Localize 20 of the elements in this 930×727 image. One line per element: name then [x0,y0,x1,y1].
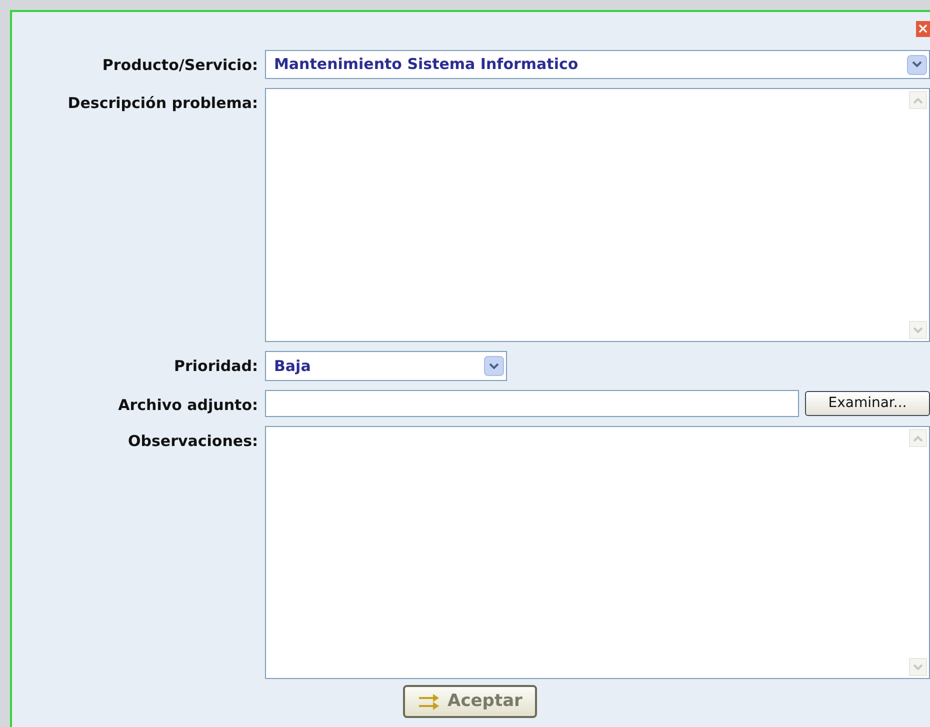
arrows-right-icon [418,694,440,710]
dropdown-field[interactable]: Baja [265,351,507,381]
file-path-field[interactable] [265,390,799,417]
field-label: Prioridad: [173,356,258,377]
scrollbar[interactable] [907,427,929,678]
field-label: Archivo adjunto: [117,395,258,416]
scroll-up-icon[interactable] [909,429,927,447]
close-button[interactable]: × [916,21,930,37]
field-label: Observaciones: [126,431,258,452]
text-area[interactable] [265,426,930,679]
scroll-up-icon[interactable] [909,91,927,109]
text-area[interactable] [265,88,930,342]
scroll-down-icon[interactable] [909,658,927,676]
scroll-down-icon[interactable] [909,321,927,339]
scrollbar[interactable] [907,89,929,341]
field-label: Descripción problema: [66,93,258,114]
field-label: Producto/Servicio: [101,55,258,76]
accept-button[interactable]: Aceptar [403,685,537,718]
browse-button[interactable]: Examinar... [805,391,930,416]
dropdown-field[interactable]: Mantenimiento Sistema Informatico [265,50,930,79]
